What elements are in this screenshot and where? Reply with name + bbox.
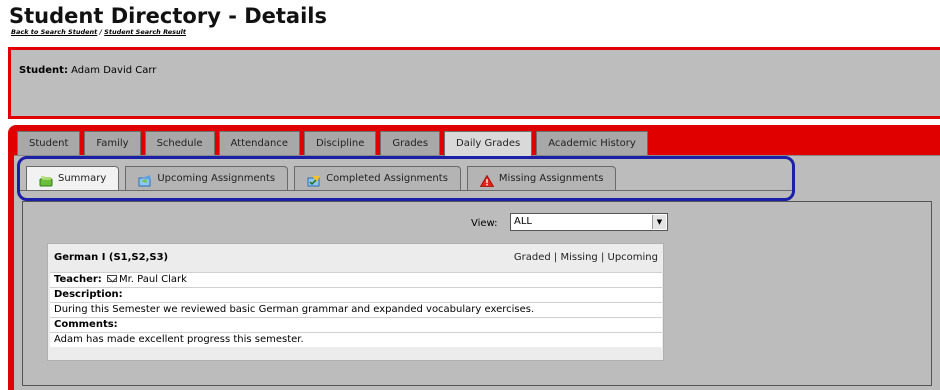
content-left-highlight [8, 150, 14, 390]
view-select-value: ALL [514, 216, 532, 227]
comments-text: Adam has made excellent progress this se… [54, 334, 304, 345]
course-card: German I (S1,S2,S3) Graded | Missing | U… [47, 243, 664, 361]
student-info-box: Student: Adam David Carr [8, 47, 940, 119]
tab-daily-grades[interactable]: Daily Grades [444, 131, 533, 156]
link-separator: | [550, 252, 561, 263]
missing-link[interactable]: Missing [560, 252, 597, 263]
upcoming-link[interactable]: Upcoming [608, 252, 659, 263]
comments-row: Adam has made excellent progress this se… [50, 332, 662, 347]
tab-family[interactable]: Family [84, 131, 141, 155]
description-label: Description: [54, 289, 123, 300]
student-name-line: Student: Adam David Carr [19, 65, 156, 76]
breadcrumb: Back to Search Student / Student Search … [11, 28, 186, 36]
description-text: During this Semester we reviewed basic G… [54, 304, 535, 315]
graded-link[interactable]: Graded [514, 252, 551, 263]
main-tab-bar: Student Family Schedule Attendance Disci… [17, 131, 648, 156]
mail-icon[interactable] [106, 275, 117, 282]
description-label-row: Description: [50, 287, 662, 302]
teacher-row: Teacher: Mr. Paul Clark [50, 272, 662, 287]
subtab-highlight-outline [17, 156, 795, 201]
teacher-name: Mr. Paul Clark [118, 274, 187, 285]
student-label: Student: [19, 65, 68, 76]
comments-label-row: Comments: [50, 317, 662, 332]
student-name: Adam David Carr [71, 65, 157, 76]
tab-grades[interactable]: Grades [380, 131, 441, 155]
view-label: View: [471, 218, 498, 229]
view-select[interactable]: ALL ▼ [510, 213, 668, 231]
link-separator: | [597, 252, 608, 263]
tab-discipline[interactable]: Discipline [303, 131, 377, 155]
tab-student[interactable]: Student [17, 131, 81, 155]
course-filter-links: Graded | Missing | Upcoming [514, 252, 658, 263]
tab-schedule[interactable]: Schedule [144, 131, 215, 155]
course-title: German I (S1,S2,S3) [54, 252, 169, 263]
teacher-label: Teacher: [54, 274, 102, 285]
comments-label: Comments: [54, 319, 118, 330]
breadcrumb-link-student-search-result[interactable]: Student Search Result [104, 28, 186, 36]
page-title: Student Directory - Details [9, 4, 327, 28]
tab-academic-history[interactable]: Academic History [536, 131, 648, 155]
breadcrumb-link-search-student[interactable]: Back to Search Student [11, 28, 97, 36]
tab-attendance[interactable]: Attendance [218, 131, 300, 155]
chevron-down-icon[interactable]: ▼ [652, 215, 666, 229]
course-header: German I (S1,S2,S3) Graded | Missing | U… [48, 244, 663, 272]
description-row: During this Semester we reviewed basic G… [50, 302, 662, 317]
